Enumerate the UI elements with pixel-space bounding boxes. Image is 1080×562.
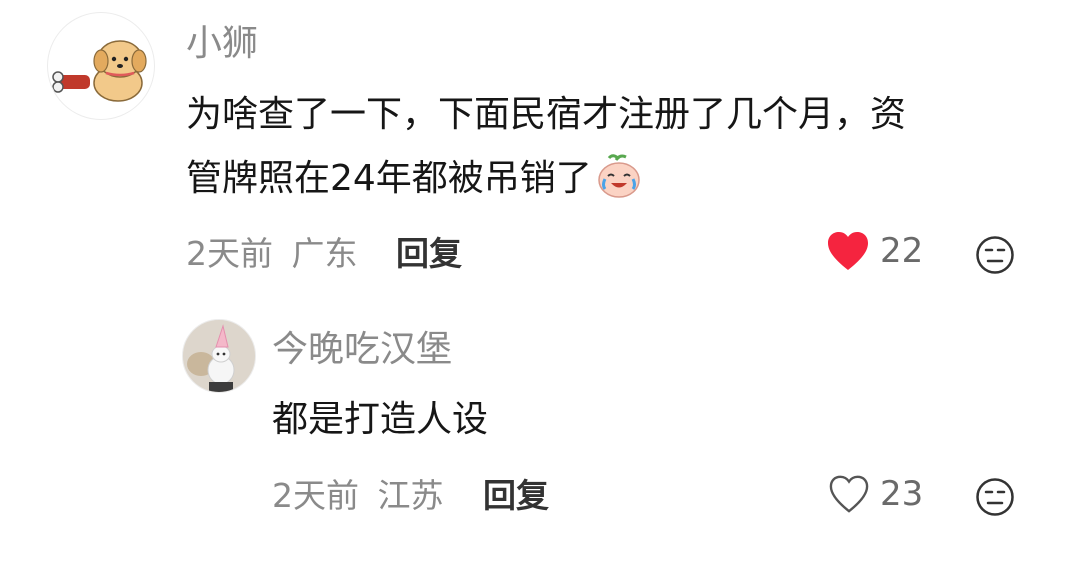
comment-text-line: 管牌照在24年都被吊销了	[186, 147, 906, 219]
heart-outline-icon	[829, 475, 869, 513]
comment-text-line: 都是打造人设	[272, 399, 489, 440]
like-button[interactable]: 23	[828, 474, 923, 514]
location: 江苏	[377, 476, 444, 515]
timestamp: 2天前	[272, 476, 359, 515]
like-count: 23	[880, 474, 924, 514]
comment-text: 为啥查了一下，下面民宿才注册了几个月，资 管牌照在24年都被吊销了	[186, 83, 906, 219]
reply-button[interactable]: 回复	[396, 234, 462, 274]
username[interactable]: 今晚吃汉堡	[272, 330, 452, 370]
comment-text: 都是打造人设	[272, 388, 488, 452]
comment-text-segment: 管牌照在24年都被吊销了	[186, 158, 592, 199]
meh-face-icon	[976, 478, 1014, 516]
meh-face-icon	[976, 236, 1014, 274]
like-count: 22	[880, 231, 924, 271]
comment-meta: 2天前 广东	[186, 234, 358, 274]
avatar[interactable]	[182, 319, 256, 393]
location: 广东	[291, 234, 358, 273]
timestamp: 2天前	[186, 234, 273, 273]
crying-laughing-peach-emoji	[596, 154, 642, 219]
like-button[interactable]: 22	[826, 230, 923, 272]
avatar[interactable]	[47, 12, 155, 120]
username[interactable]: 小狮	[186, 24, 258, 64]
heart-filled-icon	[828, 232, 868, 270]
comment-text-line: 为啥查了一下，下面民宿才注册了几个月，资	[186, 94, 907, 135]
dislike-button[interactable]	[975, 477, 1015, 521]
dislike-button[interactable]	[975, 235, 1015, 279]
dog-with-bone-icon	[52, 40, 147, 102]
reply-button[interactable]: 回复	[483, 476, 549, 516]
bunny-with-party-hat-icon	[183, 320, 255, 392]
comment-meta: 2天前 江苏	[272, 476, 444, 516]
